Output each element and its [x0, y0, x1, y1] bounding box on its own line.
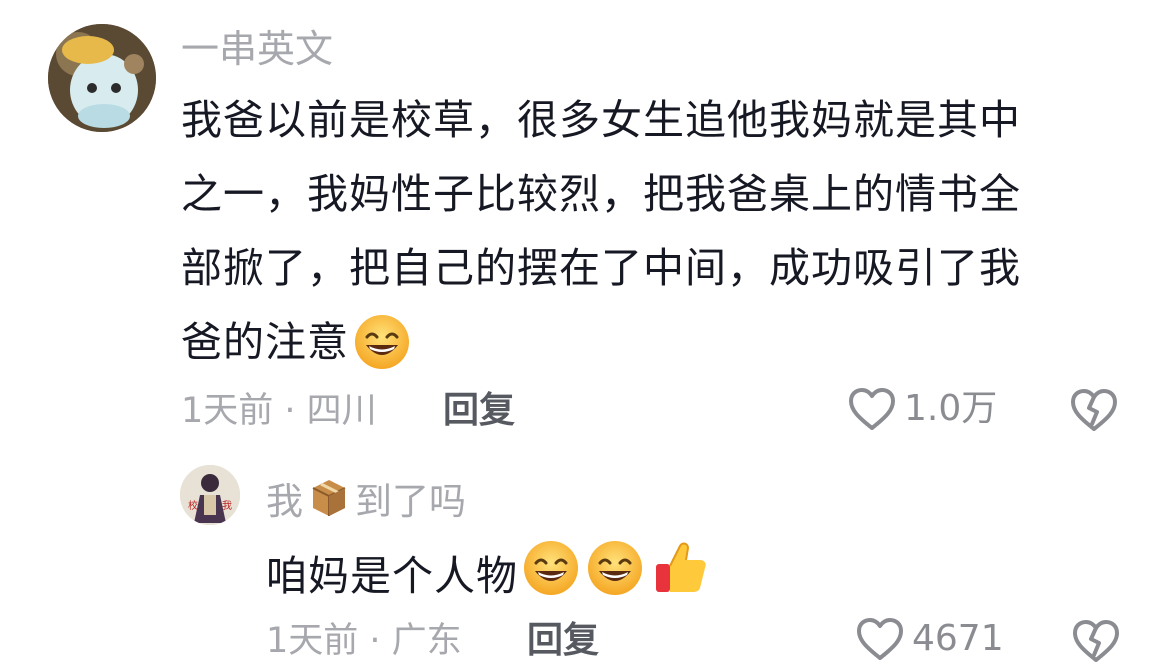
commenter-username[interactable]: 一串英文 [181, 24, 333, 74]
comment-text: 我爸以前是校草，很多女生追他我妈就是其中 之一，我妈性子比较烈，把我爸桌上的情书… [181, 83, 1121, 382]
grinning-face-emoji [349, 308, 411, 382]
svg-text:我: 我 [222, 500, 232, 512]
replier-username[interactable]: 我 到了吗 [266, 474, 466, 530]
dislike-button[interactable] [1070, 388, 1118, 436]
package-emoji [303, 474, 355, 530]
broken-heart-icon [1073, 620, 1119, 662]
reply-body: 咱妈是个人物 [266, 552, 518, 600]
reply-like-count: 4671 [912, 618, 1004, 659]
replier-username-part1: 我 [266, 480, 303, 523]
replier-username-part2: 到了吗 [355, 480, 466, 523]
comment-body: 我爸以前是校草，很多女生追他我妈就是其中 之一，我妈性子比较烈，把我爸桌上的情书… [181, 96, 1021, 366]
grinning-face-emoji [580, 539, 644, 613]
reply-reply-button[interactable]: 回复 [527, 618, 599, 664]
like-button[interactable]: 1.0万 [848, 386, 997, 432]
grinning-face-emoji [518, 539, 580, 613]
reply-meta: 1天前 · 广东 [266, 621, 462, 661]
heart-icon [849, 388, 895, 430]
svg-text:校: 校 [188, 499, 198, 512]
reply-like-button[interactable]: 4671 [856, 616, 1004, 662]
commenter-avatar[interactable] [48, 24, 156, 132]
comment-meta: 1天前 · 四川 [181, 391, 377, 431]
replier-avatar[interactable]: 校 我 [180, 465, 240, 525]
reply-button[interactable]: 回复 [443, 388, 515, 434]
reply-dislike-button[interactable] [1072, 619, 1120, 667]
heart-icon [857, 618, 903, 660]
thumbs-up-emoji [644, 538, 710, 614]
reply-text: 咱妈是个人物 [266, 538, 710, 614]
broken-heart-icon [1071, 389, 1117, 431]
like-count: 1.0万 [904, 388, 998, 429]
